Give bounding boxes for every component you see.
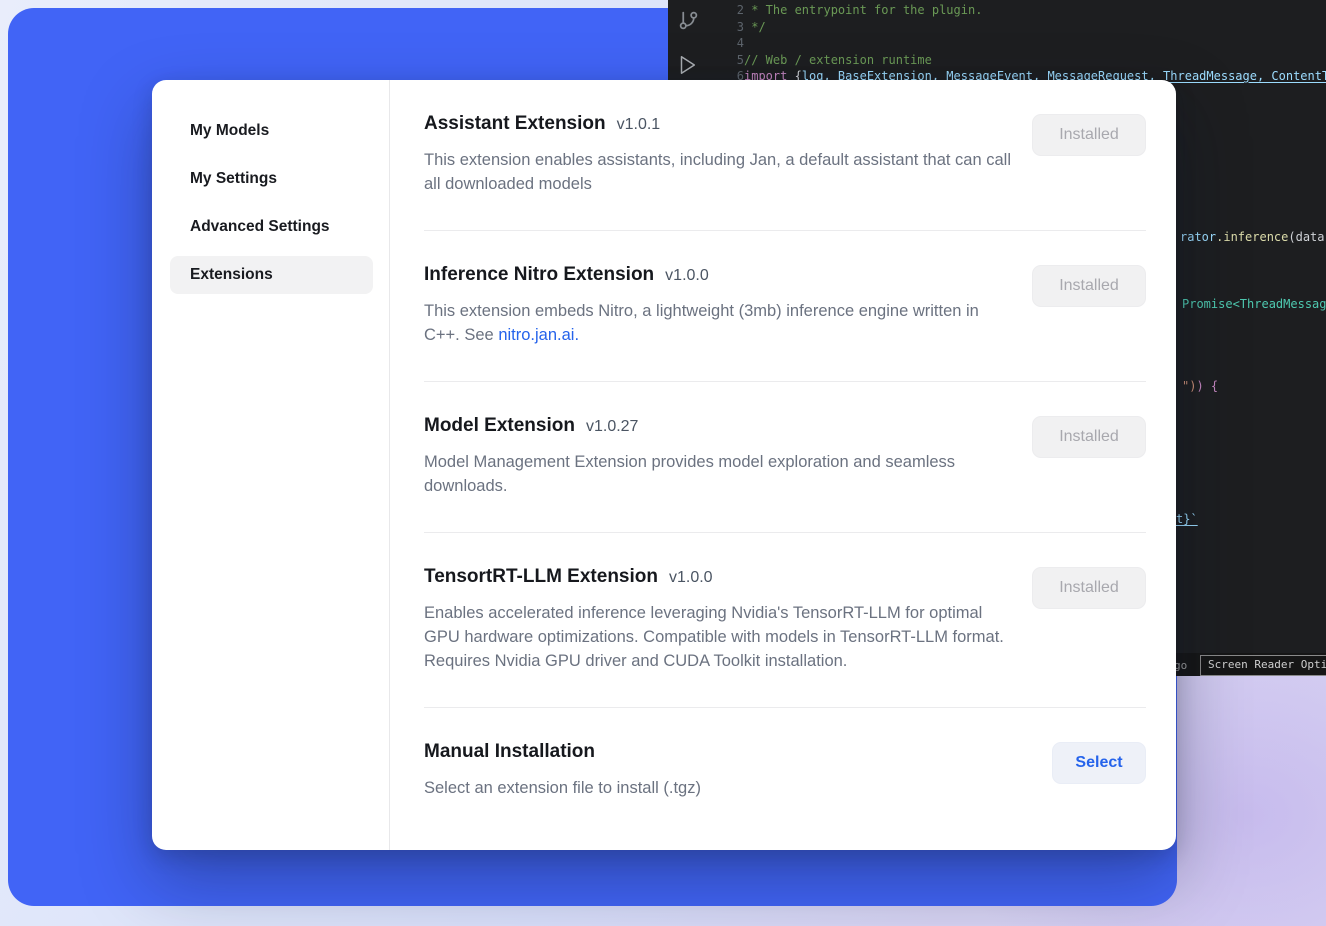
extension-version: v1.0.0 (665, 267, 709, 284)
settings-modal: My Models My Settings Advanced Settings … (152, 80, 1176, 850)
extension-description: This extension embeds Nitro, a lightweig… (424, 299, 1016, 347)
settings-sidebar: My Models My Settings Advanced Settings … (152, 80, 390, 850)
installed-button: Installed (1032, 567, 1146, 609)
code-fragment: rator.inference(data)); (1180, 229, 1326, 246)
line-number: 4 (668, 35, 744, 52)
manual-installation-heading: Manual Installation (424, 740, 701, 764)
code-line: 2 * The entrypoint for the plugin. (668, 2, 1326, 19)
extension-version: v1.0.0 (669, 569, 713, 586)
extension-description: Enables accelerated inference leveraging… (424, 601, 1016, 673)
code-lines: 2 * The entrypoint for the plugin. 3 */ … (668, 2, 1326, 85)
manual-installation-row: Manual Installation Select an extension … (424, 708, 1146, 826)
line-number: 2 (668, 2, 744, 19)
screen-reader-optimized-badge[interactable]: Screen Reader Optimized (1200, 655, 1326, 676)
line-number: 5 (668, 52, 744, 69)
code-line: 5// Web / extension runtime (668, 52, 1326, 69)
installed-button: Installed (1032, 416, 1146, 458)
sidebar-item-extensions[interactable]: Extensions (170, 256, 373, 294)
line-number: 3 (668, 19, 744, 36)
extension-description: This extension enables assistants, inclu… (424, 148, 1016, 196)
extension-version: v1.0.27 (586, 418, 638, 435)
extension-heading: Model Extension v1.0.27 (424, 414, 1016, 438)
extension-title: TensortRT-LLM Extension (424, 566, 658, 587)
extension-title: Inference Nitro Extension (424, 264, 654, 285)
manual-installation-title: Manual Installation (424, 741, 595, 762)
extension-row-model: Model Extension v1.0.27 Model Management … (424, 382, 1146, 533)
sidebar-item-my-models[interactable]: My Models (170, 112, 373, 150)
nitro-jan-ai-link[interactable]: nitro.jan.ai. (498, 326, 579, 344)
extension-heading: Assistant Extension v1.0.1 (424, 112, 1016, 136)
extension-title: Assistant Extension (424, 113, 606, 134)
extension-version: v1.0.1 (617, 116, 661, 133)
extensions-panel: Assistant Extension v1.0.1 This extension… (390, 80, 1176, 850)
extension-row-tensorrt-llm: TensortRT-LLM Extension v1.0.0 Enables ac… (424, 533, 1146, 708)
code-fragment: ")) { (1182, 378, 1218, 395)
code-line: 3 */ (668, 19, 1326, 36)
sidebar-item-advanced-settings[interactable]: Advanced Settings (170, 208, 373, 246)
select-file-button[interactable]: Select (1052, 742, 1146, 784)
installed-button: Installed (1032, 265, 1146, 307)
code-line: 4 (668, 35, 1326, 52)
extension-title: Model Extension (424, 415, 575, 436)
extension-row-assistant: Assistant Extension v1.0.1 This extension… (424, 80, 1146, 231)
sidebar-item-my-settings[interactable]: My Settings (170, 160, 373, 198)
installed-button: Installed (1032, 114, 1146, 156)
code-fragment: t}` (1176, 511, 1198, 528)
extension-heading: TensortRT-LLM Extension v1.0.0 (424, 565, 1016, 589)
desktop-background: 2 * The entrypoint for the plugin. 3 */ … (0, 0, 1326, 926)
code-fragment: Promise<ThreadMessage> (1182, 296, 1326, 313)
extension-row-inference-nitro: Inference Nitro Extension v1.0.0 This ext… (424, 231, 1146, 382)
extension-description: Model Management Extension provides mode… (424, 450, 1016, 498)
extension-heading: Inference Nitro Extension v1.0.0 (424, 263, 1016, 287)
manual-installation-description: Select an extension file to install (.tg… (424, 776, 701, 800)
